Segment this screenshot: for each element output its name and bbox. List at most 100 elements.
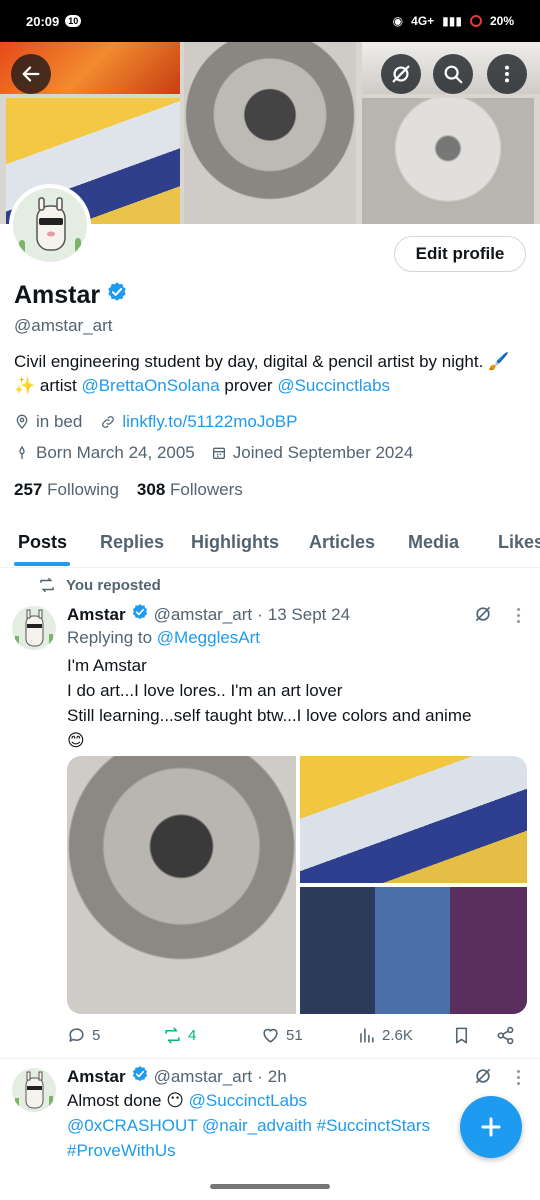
post-header: Amstar @amstar_art · 13 Sept 24 <box>67 603 350 626</box>
bio-mention-succinct[interactable]: @Succinctlabs <box>277 376 390 395</box>
post-author-name[interactable]: Amstar <box>67 1067 126 1087</box>
hashtag-succinctstars[interactable]: #SuccinctStars <box>317 1116 430 1135</box>
notification-badge: 10 <box>65 15 82 27</box>
post-divider <box>0 1058 540 1059</box>
post-more-button[interactable] <box>510 605 526 625</box>
search-button[interactable] <box>433 54 473 94</box>
following-count: 257 <box>14 480 43 499</box>
repost-label: You reposted <box>66 576 161 594</box>
share-icon <box>497 1026 514 1045</box>
tab-replies[interactable]: Replies <box>100 532 164 553</box>
following-link[interactable]: 257 Following <box>14 480 119 500</box>
verified-badge-icon[interactable] <box>106 281 128 310</box>
tab-articles[interactable]: Articles <box>309 532 375 553</box>
like-count: 51 <box>286 1027 303 1044</box>
post-text: Almost done 😶 @SuccinctLabs @0xCRASHOUT … <box>67 1088 462 1163</box>
bio-mention-bretta[interactable]: @BrettaOnSolana <box>81 376 219 395</box>
grok-icon <box>475 606 491 622</box>
followers-link[interactable]: 308 Followers <box>137 480 243 500</box>
more-icon <box>504 65 510 83</box>
profile-name-row: Amstar <box>14 281 128 310</box>
search-icon <box>444 65 463 84</box>
verified-badge-icon <box>131 603 149 626</box>
tab-highlights[interactable]: Highlights <box>191 532 279 553</box>
post-date[interactable]: 2h <box>268 1067 287 1087</box>
post-author-handle[interactable]: @amstar_art <box>154 1067 253 1087</box>
reply-count: 5 <box>92 1027 101 1044</box>
llama-avatar-image <box>13 188 87 262</box>
post-separator: · <box>257 604 263 624</box>
post-line-2: I do art...I love lores.. I'm an art lov… <box>67 681 343 700</box>
birthday-text: Born March 24, 2005 <box>36 443 195 462</box>
link-icon <box>102 416 115 428</box>
post-avatar[interactable] <box>12 1068 56 1112</box>
profile-tabs: Posts Replies Highlights Articles Media … <box>0 524 540 568</box>
banner-art-5 <box>362 98 534 224</box>
post-grok-button[interactable] <box>473 604 493 624</box>
repost-button[interactable]: 4 <box>163 1026 196 1045</box>
post-more-button[interactable] <box>510 1067 526 1087</box>
followers-count: 308 <box>136 480 166 499</box>
hashtag-provewithus[interactable]: #ProveWithUs <box>67 1141 176 1160</box>
birthday-icon <box>19 445 25 459</box>
llama-icon <box>19 197 81 262</box>
edit-profile-button[interactable]: Edit profile <box>394 236 526 272</box>
like-button[interactable]: 51 <box>261 1026 303 1045</box>
hotspot-icon: ◉ <box>392 14 404 28</box>
post-separator: · <box>257 1066 263 1086</box>
post-text-1: Almost done 😶 <box>67 1091 189 1110</box>
mention-crashout[interactable]: @0xCRASHOUT <box>67 1116 197 1135</box>
post-avatar[interactable] <box>12 606 56 650</box>
post-text: I'm Amstar I do art...I love lores.. I'm… <box>67 653 517 753</box>
post-author-name[interactable]: Amstar <box>67 605 126 625</box>
tab-media[interactable]: Media <box>408 532 459 553</box>
profile-avatar[interactable] <box>9 184 91 266</box>
post-emoji: 😊 <box>67 731 85 750</box>
more-button[interactable] <box>487 54 527 94</box>
reply-icon <box>69 1028 84 1042</box>
follow-stats: 257 Following 308 Followers <box>14 480 243 500</box>
replying-prefix: Replying to <box>67 628 157 647</box>
grok-icon <box>392 65 410 83</box>
bookmark-button[interactable] <box>452 1026 471 1045</box>
plus-icon <box>481 1117 501 1137</box>
back-arrow-icon <box>22 66 40 82</box>
network-label: 4G+ <box>411 14 435 28</box>
tab-posts[interactable]: Posts <box>18 532 67 553</box>
llama-icon <box>15 1071 53 1112</box>
joined-text: Joined September 2024 <box>232 443 414 462</box>
bookmark-icon <box>455 1027 468 1044</box>
views-button[interactable]: 2.6K <box>357 1026 413 1045</box>
post-date[interactable]: 13 Sept 24 <box>268 605 350 625</box>
profile-meta-row-2: Born March 24, 2005 Joined September 202… <box>14 443 413 463</box>
bio-text-2: prover <box>219 376 278 395</box>
profile-handle: @amstar_art <box>14 316 113 335</box>
post-header: Amstar @amstar_art · 2h <box>67 1065 287 1088</box>
compose-button[interactable] <box>460 1096 522 1158</box>
back-button[interactable] <box>11 54 51 94</box>
views-count: 2.6K <box>382 1027 413 1044</box>
media-image-2[interactable] <box>300 756 527 883</box>
battery-label: 20% <box>489 14 514 28</box>
repost-icon <box>40 577 54 593</box>
post-author-handle[interactable]: @amstar_art <box>154 605 253 625</box>
active-tab-indicator <box>14 562 70 566</box>
share-button[interactable] <box>496 1026 515 1045</box>
location-text: in bed <box>36 412 83 431</box>
media-image-1[interactable] <box>67 756 296 1014</box>
signal-icon: ▮▮▮ <box>442 14 462 28</box>
profile-name: Amstar <box>14 281 101 309</box>
mention-succinctlabs[interactable]: @SuccinctLabs <box>189 1091 307 1110</box>
tab-likes[interactable]: Likes <box>498 532 540 553</box>
website-link[interactable]: linkfly.to/51122moJoBP <box>122 412 297 432</box>
profile-bio: Civil engineering student by day, digita… <box>14 350 514 398</box>
media-image-3[interactable] <box>300 887 527 1014</box>
gesture-bar[interactable] <box>210 1184 330 1189</box>
mention-nair[interactable]: @nair_advaith <box>202 1116 312 1135</box>
post-grok-button[interactable] <box>473 1066 493 1086</box>
verified-badge-icon <box>131 1065 149 1088</box>
grok-button[interactable] <box>381 54 421 94</box>
location-icon <box>16 414 28 429</box>
reply-button[interactable]: 5 <box>67 1026 100 1045</box>
replying-mention[interactable]: @MegglesArt <box>157 628 260 647</box>
